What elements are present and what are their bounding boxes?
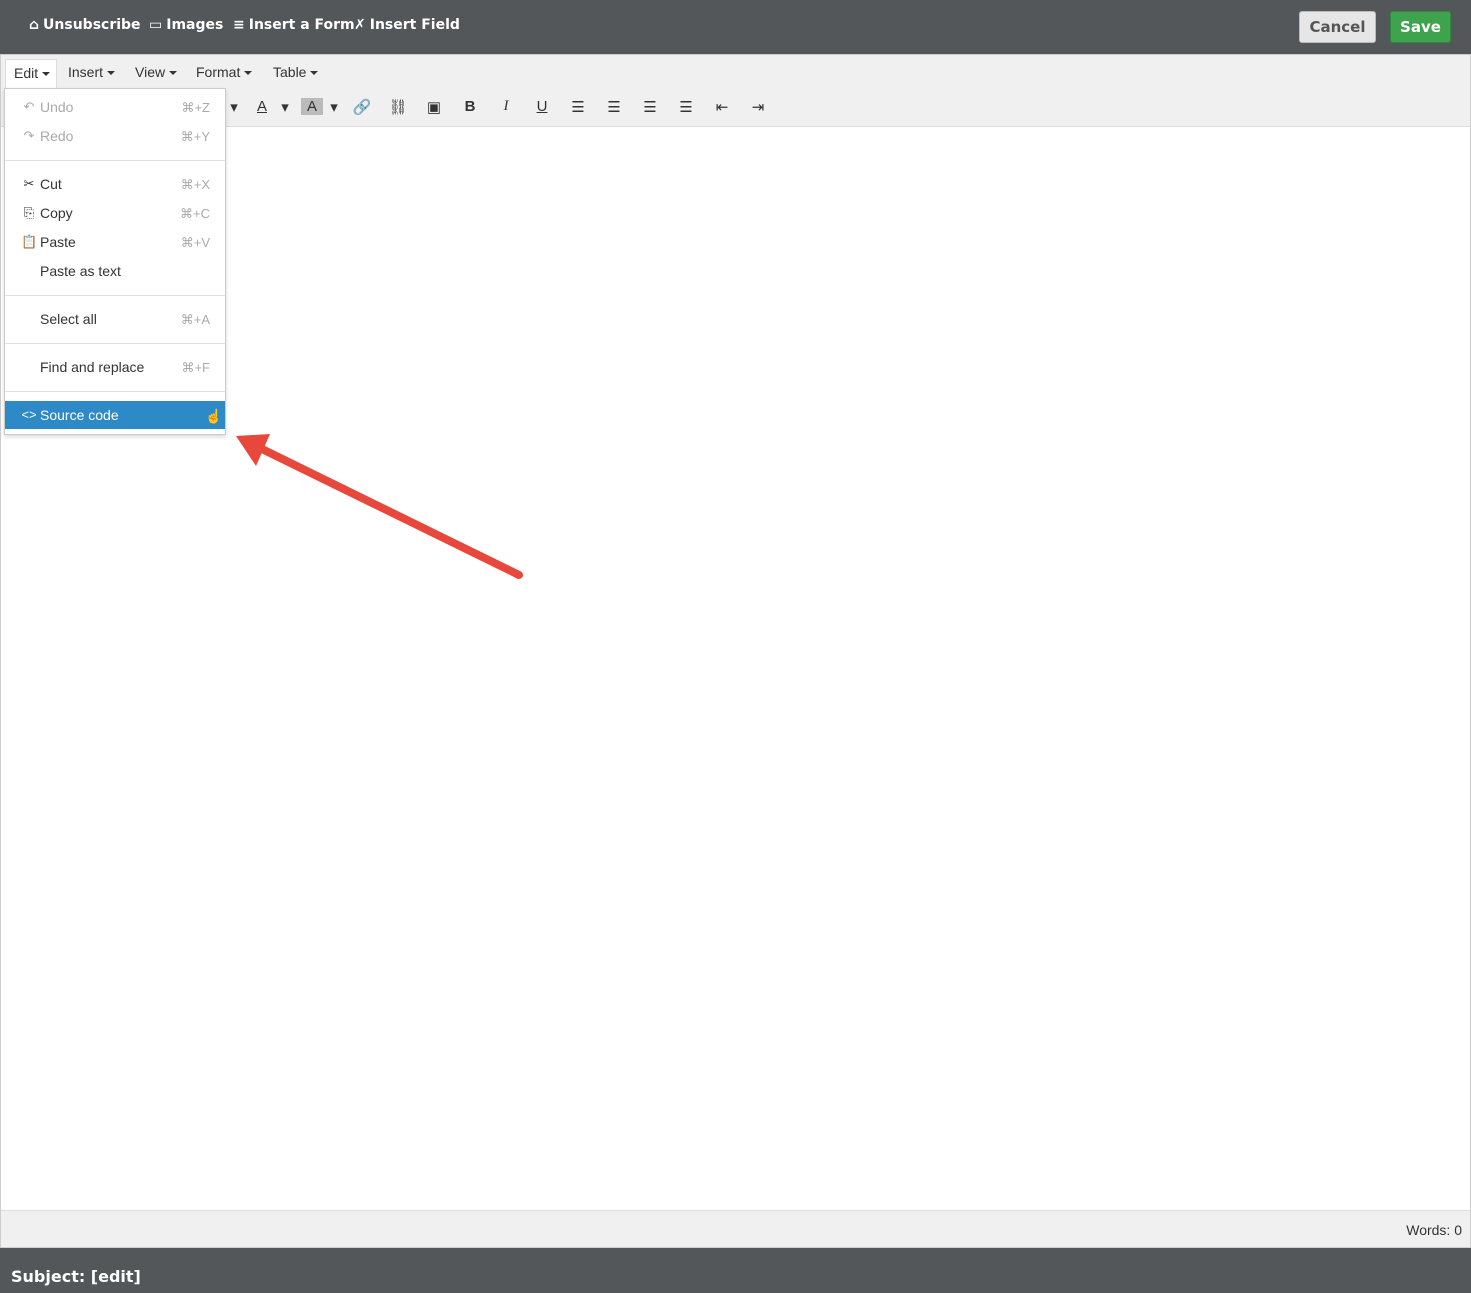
clipboard-icon: 📋 <box>21 234 38 249</box>
code-icon: <> <box>21 407 37 422</box>
edit-menu-dropdown: ↶ Undo ⌘+Z ↷ Redo ⌘+Y ✂ Cut ⌘+X ⎘ Copy ⌘+C 📋 Past… <box>4 88 226 435</box>
copy-icon: ⎘ <box>23 205 35 220</box>
align-justify-icon[interactable]: ☰ <box>675 98 697 116</box>
tools-icon: ✗ <box>354 17 366 33</box>
list-icon: ≡ <box>233 17 245 33</box>
indent-icon[interactable]: ⇥ <box>747 98 769 116</box>
redo-icon: ↷ <box>23 128 35 143</box>
menu-item-cut[interactable]: ✂ Cut ⌘+X <box>5 170 225 198</box>
menu-item-paste-as-text[interactable]: Paste as text <box>5 257 225 285</box>
caret-down-icon <box>107 71 116 76</box>
menubar: Edit Insert View Format Table <box>1 55 1470 91</box>
divider <box>5 391 225 392</box>
caret-down-icon <box>310 71 319 76</box>
menu-item-find-replace[interactable]: Find and replace ⌘+F <box>5 353 225 381</box>
divider <box>5 343 225 344</box>
menu-table[interactable]: Table <box>273 64 319 80</box>
underline-icon[interactable]: U <box>531 98 553 115</box>
align-right-icon[interactable]: ☰ <box>639 98 661 116</box>
background-color-icon[interactable]: A <box>301 98 323 115</box>
undo-icon: ↶ <box>23 99 35 114</box>
caret-down-icon <box>244 71 253 76</box>
menu-insert[interactable]: Insert <box>68 64 116 80</box>
link-icon[interactable]: 🔗 <box>351 98 373 116</box>
text-color-icon[interactable]: A <box>251 98 273 115</box>
caret-down-icon[interactable]: ▾ <box>274 98 296 116</box>
menu-item-select-all[interactable]: Select all ⌘+A <box>5 305 225 333</box>
top-toolbar: ⌂ Unsubscribe ▭ Images ≡ Insert a Form ✗ Ins… <box>0 0 1471 54</box>
subject-bar: Subject: [edit] <box>0 1248 1471 1293</box>
menu-view[interactable]: View <box>135 64 178 80</box>
menu-format[interactable]: Format <box>196 64 253 80</box>
bold-icon[interactable]: B <box>459 98 481 115</box>
subject-edit[interactable]: Subject: [edit] <box>11 1267 141 1286</box>
divider <box>5 295 225 296</box>
scissors-icon: ✂ <box>23 176 35 191</box>
unlink-icon[interactable]: ⛓ <box>387 98 409 116</box>
menu-item-copy[interactable]: ⎘ Copy ⌘+C <box>5 199 225 227</box>
menu-edit[interactable]: Edit <box>5 59 57 91</box>
menu-item-redo[interactable]: ↷ Redo ⌘+Y <box>5 122 225 150</box>
caret-down-icon <box>169 71 178 76</box>
caret-down-icon[interactable]: ▾ <box>323 98 345 116</box>
align-left-icon[interactable]: ☰ <box>567 98 589 116</box>
align-center-icon[interactable]: ☰ <box>603 98 625 116</box>
caret-down-icon <box>42 72 51 77</box>
word-count: Words: 0 <box>1406 1222 1462 1238</box>
save-button[interactable]: Save <box>1390 11 1451 43</box>
menu-item-paste[interactable]: 📋 Paste ⌘+V <box>5 228 225 256</box>
insert-field-button[interactable]: ✗ Insert Field <box>354 17 460 33</box>
caret-down-icon[interactable]: ▾ <box>223 98 245 116</box>
insert-form-button[interactable]: ≡ Insert a Form <box>233 17 355 33</box>
hand-cursor-icon: ☝ <box>205 408 223 424</box>
unsubscribe-button[interactable]: ⌂ Unsubscribe <box>29 17 141 33</box>
menu-item-undo[interactable]: ↶ Undo ⌘+Z <box>5 93 225 121</box>
images-icon: ▭ <box>149 17 163 33</box>
italic-icon[interactable]: I <box>495 98 517 115</box>
divider <box>5 160 225 161</box>
door-icon: ⌂ <box>29 17 40 33</box>
status-bar: Words: 0 <box>1 1210 1470 1247</box>
image-icon[interactable]: ▣ <box>423 98 445 116</box>
menu-item-source-code[interactable]: <> Source code ☝ <box>5 401 225 429</box>
images-button[interactable]: ▭ Images <box>149 17 223 33</box>
outdent-icon[interactable]: ⇤ <box>711 98 733 116</box>
cancel-button[interactable]: Cancel <box>1299 11 1376 43</box>
